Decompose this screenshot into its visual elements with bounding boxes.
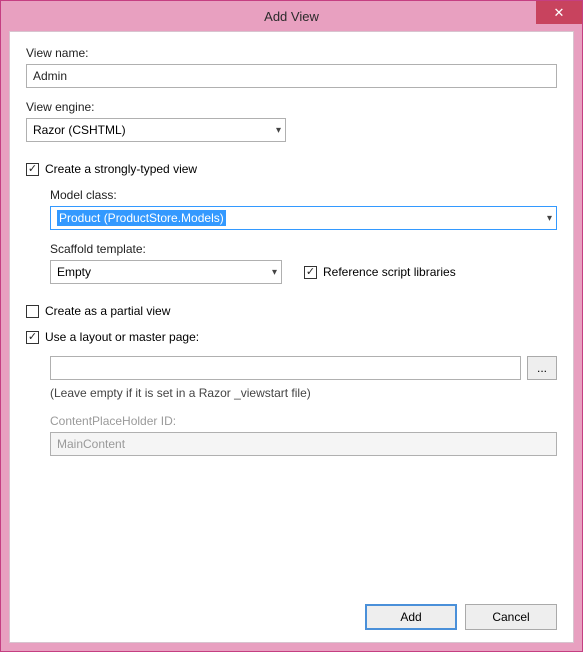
model-class-row: Model class: Product (ProductStore.Model… (50, 188, 557, 230)
placeholder-input (50, 432, 557, 456)
scaffold-row: Scaffold template: Empty ▾ Reference scr… (50, 242, 557, 284)
layout-check-row: Use a layout or master page: (26, 330, 557, 344)
layout-group: ... (Leave empty if it is set in a Razor… (50, 356, 557, 456)
chevron-down-icon: ▾ (276, 125, 281, 136)
titlebar: Add View ✕ (1, 1, 582, 31)
button-row: Add Cancel (365, 604, 557, 630)
add-button-label: Add (400, 610, 421, 624)
close-button[interactable]: ✕ (536, 1, 582, 24)
chevron-down-icon: ▾ (547, 213, 552, 224)
view-name-input[interactable] (26, 64, 557, 88)
scaffold-label: Scaffold template: (50, 242, 557, 256)
view-engine-label: View engine: (26, 100, 557, 114)
strongly-typed-row: Create a strongly-typed view (26, 162, 557, 176)
chevron-down-icon: ▾ (272, 267, 277, 278)
model-class-value: Product (ProductStore.Models) (57, 210, 226, 226)
partial-label: Create as a partial view (45, 304, 170, 318)
partial-checkbox[interactable] (26, 305, 39, 318)
placeholder-row: ContentPlaceHolder ID: (50, 414, 557, 456)
scaffold-select[interactable]: Empty ▾ (50, 260, 282, 284)
view-name-row: View name: (26, 46, 557, 88)
view-name-label: View name: (26, 46, 557, 60)
model-class-label: Model class: (50, 188, 557, 202)
model-class-select[interactable]: Product (ProductStore.Models) ▾ (50, 206, 557, 230)
layout-hint: (Leave empty if it is set in a Razor _vi… (50, 386, 557, 400)
ref-script-label: Reference script libraries (323, 265, 456, 279)
view-engine-row: View engine: Razor (CSHTML) ▾ (26, 100, 557, 142)
dialog-window: Add View ✕ View name: View engine: Razor… (0, 0, 583, 652)
strongly-typed-group: Model class: Product (ProductStore.Model… (50, 188, 557, 284)
view-engine-value: Razor (CSHTML) (33, 123, 126, 137)
browse-button[interactable]: ... (527, 356, 557, 380)
view-engine-select[interactable]: Razor (CSHTML) ▾ (26, 118, 286, 142)
partial-row: Create as a partial view (26, 304, 557, 318)
add-button[interactable]: Add (365, 604, 457, 630)
layout-label: Use a layout or master page: (45, 330, 199, 344)
scaffold-value: Empty (57, 265, 91, 279)
strongly-typed-label: Create a strongly-typed view (45, 162, 197, 176)
ref-script-checkbox[interactable] (304, 266, 317, 279)
cancel-button[interactable]: Cancel (465, 604, 557, 630)
placeholder-label: ContentPlaceHolder ID: (50, 414, 557, 428)
layout-checkbox[interactable] (26, 331, 39, 344)
layout-path-row: ... (50, 356, 557, 380)
dialog-title: Add View (264, 9, 319, 24)
layout-path-input[interactable] (50, 356, 521, 380)
close-icon: ✕ (554, 5, 565, 21)
ellipsis-icon: ... (537, 361, 547, 375)
strongly-typed-checkbox[interactable] (26, 163, 39, 176)
cancel-button-label: Cancel (492, 610, 529, 624)
dialog-content: View name: View engine: Razor (CSHTML) ▾… (9, 31, 574, 643)
